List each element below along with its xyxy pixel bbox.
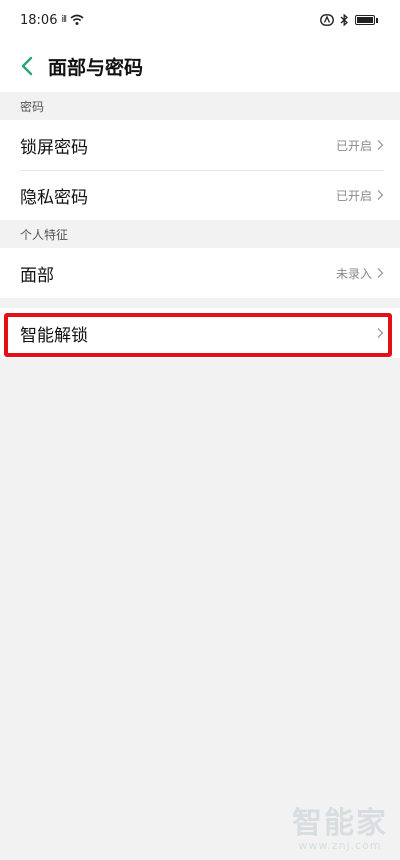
- row-label: 面部: [20, 265, 54, 286]
- back-arrow-icon[interactable]: [16, 51, 38, 81]
- status-left: 18:06 ill: [20, 13, 84, 28]
- row-right: [376, 327, 384, 339]
- row-label: 隐私密码: [20, 187, 88, 208]
- chevron-right-icon: [377, 328, 384, 338]
- row-value: 已开启: [335, 188, 372, 203]
- wifi-icon: [70, 14, 84, 25]
- status-time: 18:06: [20, 12, 58, 28]
- list-item-lockscreen-password[interactable]: 锁屏密码 已开启: [0, 120, 400, 170]
- top-area: 18:06 ill 面部与密码: [0, 0, 400, 92]
- watermark-url: www.znj.com: [298, 839, 382, 852]
- section-spacer: [0, 298, 400, 308]
- section-header-biometrics: 个人特征: [0, 220, 400, 248]
- status-right: [320, 14, 378, 26]
- battery-icon: [355, 15, 378, 25]
- section-header-password: 密码: [0, 92, 400, 120]
- row-label: 智能解锁: [20, 325, 88, 346]
- password-list: 锁屏密码 已开启 隐私密码 已开启: [0, 120, 400, 220]
- status-bar: 18:06 ill: [0, 0, 400, 40]
- chevron-right-icon: [377, 140, 384, 150]
- watermark: 智能家 www.znj.com: [292, 806, 388, 853]
- nfc-icon: [320, 14, 334, 26]
- watermark-logo: 智能家: [292, 806, 388, 841]
- row-right: 已开启: [336, 137, 384, 154]
- nav-bar: 面部与密码: [0, 40, 400, 92]
- smart-unlock-list: 智能解锁: [0, 308, 400, 358]
- bluetooth-icon: [340, 14, 348, 26]
- row-right: 未录入: [336, 265, 384, 282]
- biometrics-list: 面部 未录入: [0, 248, 400, 298]
- row-right: 已开启: [336, 187, 384, 204]
- chevron-right-icon: [377, 190, 384, 200]
- row-value: 已开启: [335, 138, 372, 153]
- page-title: 面部与密码: [48, 56, 144, 79]
- chevron-right-icon: [377, 268, 384, 278]
- list-item-face[interactable]: 面部 未录入: [0, 248, 400, 298]
- list-item-privacy-password[interactable]: 隐私密码 已开启: [0, 170, 400, 220]
- signal-icon: ill: [61, 15, 66, 25]
- row-label: 锁屏密码: [20, 137, 88, 158]
- row-value: 未录入: [335, 266, 372, 281]
- list-item-smart-unlock[interactable]: 智能解锁: [0, 308, 400, 358]
